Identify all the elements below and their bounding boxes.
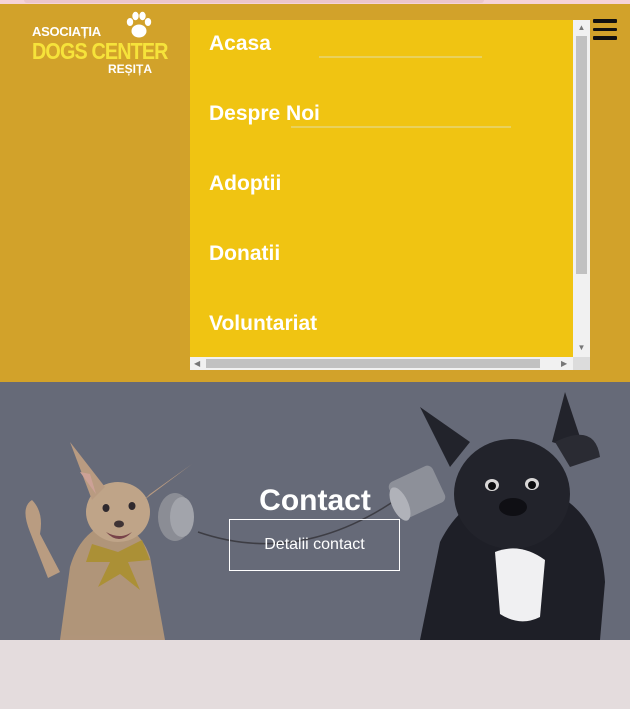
logo-line-2: DOGS CENTER [32, 38, 168, 64]
scroll-down-arrow-icon[interactable]: ▼ [573, 342, 590, 354]
horizontal-scroll-thumb[interactable] [206, 359, 540, 368]
top-strip-inner [24, 0, 484, 3]
logo-line-1: ASOCIAȚIA [32, 24, 101, 39]
nav-item-acasa[interactable]: Acasa [209, 32, 271, 56]
menu-underline [291, 126, 511, 128]
hamburger-bar [593, 27, 617, 31]
menu-underline [319, 56, 482, 58]
nav-menu[interactable]: Acasa Despre Noi Adoptii Donatii Volunta… [190, 20, 590, 370]
horizontal-scrollbar[interactable]: ◀ ▶ [190, 357, 573, 370]
logo[interactable]: ASOCIAȚIA DOGS CENTER REȘIȚA [30, 10, 168, 80]
site-header: ASOCIAȚIA DOGS CENTER REȘIȚA Acasa Despr… [0, 4, 630, 382]
logo-line-3: REȘIȚA [108, 62, 153, 76]
hamburger-menu-icon[interactable] [593, 19, 617, 41]
hamburger-bar [593, 36, 617, 40]
page-bottom-area [0, 640, 630, 709]
contact-hero: Contact Detalii contact [0, 382, 630, 640]
scrollbar-corner [573, 357, 590, 370]
hamburger-bar [593, 19, 617, 23]
hero-title: Contact [259, 484, 371, 517]
scroll-left-arrow-icon[interactable]: ◀ [194, 357, 204, 370]
nav-item-donatii[interactable]: Donatii [209, 242, 280, 266]
vertical-scrollbar[interactable]: ▲ ▼ [573, 20, 590, 357]
contact-details-button[interactable]: Detalii contact [229, 519, 400, 571]
scroll-right-arrow-icon[interactable]: ▶ [561, 357, 571, 370]
nav-item-despre-noi[interactable]: Despre Noi [209, 102, 320, 126]
nav-item-voluntariat[interactable]: Voluntariat [209, 312, 317, 336]
paw-print-icon [126, 11, 152, 38]
vertical-scroll-thumb[interactable] [576, 36, 587, 274]
scroll-up-arrow-icon[interactable]: ▲ [573, 22, 590, 34]
nav-item-adoptii[interactable]: Adoptii [209, 172, 281, 196]
